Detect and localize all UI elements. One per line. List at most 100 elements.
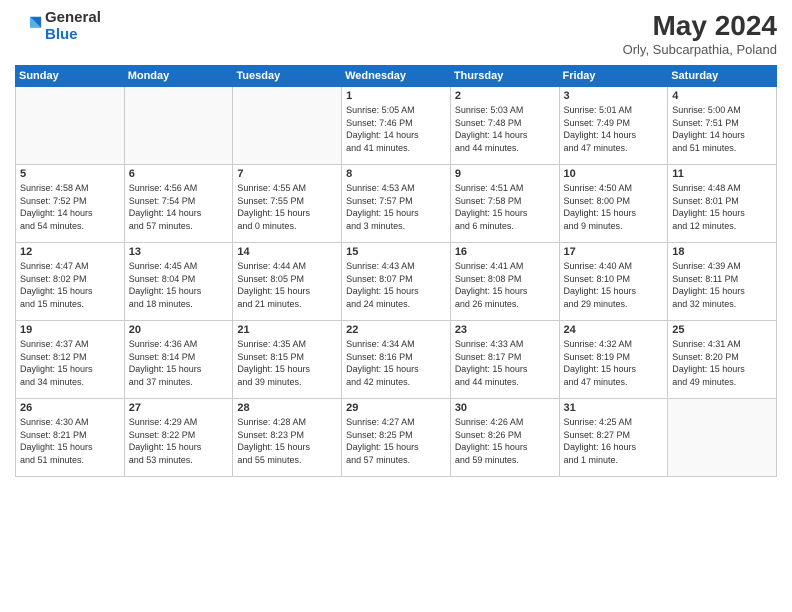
calendar-week-row: 5 Sunrise: 4:58 AM Sunset: 7:52 PM Daylig… bbox=[16, 165, 777, 243]
day-info: Sunrise: 4:36 AM Sunset: 8:14 PM Dayligh… bbox=[129, 338, 229, 388]
day-info: Sunrise: 4:45 AM Sunset: 8:04 PM Dayligh… bbox=[129, 260, 229, 310]
calendar-cell: 24 Sunrise: 4:32 AM Sunset: 8:19 PM Dayli… bbox=[559, 321, 668, 399]
calendar-cell: 19 Sunrise: 4:37 AM Sunset: 8:12 PM Dayli… bbox=[16, 321, 125, 399]
calendar-cell: 31 Sunrise: 4:25 AM Sunset: 8:27 PM Dayli… bbox=[559, 399, 668, 477]
day-number: 10 bbox=[564, 168, 664, 180]
month-year: May 2024 bbox=[623, 10, 777, 42]
day-info: Sunrise: 5:03 AM Sunset: 7:48 PM Dayligh… bbox=[455, 104, 555, 154]
day-info: Sunrise: 4:30 AM Sunset: 8:21 PM Dayligh… bbox=[20, 416, 120, 466]
day-info: Sunrise: 4:26 AM Sunset: 8:26 PM Dayligh… bbox=[455, 416, 555, 466]
day-number: 8 bbox=[346, 168, 446, 180]
day-info: Sunrise: 5:01 AM Sunset: 7:49 PM Dayligh… bbox=[564, 104, 664, 154]
logo-general: General bbox=[45, 10, 101, 27]
day-info: Sunrise: 4:32 AM Sunset: 8:19 PM Dayligh… bbox=[564, 338, 664, 388]
day-info: Sunrise: 4:35 AM Sunset: 8:15 PM Dayligh… bbox=[237, 338, 337, 388]
calendar-cell: 26 Sunrise: 4:30 AM Sunset: 8:21 PM Dayli… bbox=[16, 399, 125, 477]
day-number: 26 bbox=[20, 402, 120, 414]
day-number: 9 bbox=[455, 168, 555, 180]
calendar-cell: 29Sunrise: 4:27 AM Sunset: 8:25 PM Dayli… bbox=[342, 399, 451, 477]
calendar-cell: 15Sunrise: 4:43 AM Sunset: 8:07 PM Dayli… bbox=[342, 243, 451, 321]
calendar-cell: 11 Sunrise: 4:48 AM Sunset: 8:01 PM Dayli… bbox=[668, 165, 777, 243]
day-number: 14 bbox=[237, 246, 337, 258]
logo-blue: Blue bbox=[45, 27, 101, 44]
calendar-cell: 21Sunrise: 4:35 AM Sunset: 8:15 PM Dayli… bbox=[233, 321, 342, 399]
calendar-cell: 5 Sunrise: 4:58 AM Sunset: 7:52 PM Daylig… bbox=[16, 165, 125, 243]
location: Orly, Subcarpathia, Poland bbox=[623, 42, 777, 57]
day-number: 27 bbox=[129, 402, 229, 414]
day-number: 16 bbox=[455, 246, 555, 258]
day-info: Sunrise: 4:44 AM Sunset: 8:05 PM Dayligh… bbox=[237, 260, 337, 310]
calendar-cell: 12Sunrise: 4:47 AM Sunset: 8:02 PM Dayli… bbox=[16, 243, 125, 321]
day-number: 22 bbox=[346, 324, 446, 336]
calendar-cell: 8 Sunrise: 4:53 AM Sunset: 7:57 PM Daylig… bbox=[342, 165, 451, 243]
weekday-header: Monday bbox=[124, 66, 233, 87]
day-number: 4 bbox=[672, 90, 772, 102]
day-number: 15 bbox=[346, 246, 446, 258]
logo: General Blue bbox=[15, 10, 101, 43]
calendar: SundayMondayTuesdayWednesdayThursdayFrid… bbox=[15, 65, 777, 477]
weekday-header: Saturday bbox=[668, 66, 777, 87]
weekday-header: Sunday bbox=[16, 66, 125, 87]
day-info: Sunrise: 4:34 AM Sunset: 8:16 PM Dayligh… bbox=[346, 338, 446, 388]
calendar-cell: 14 Sunrise: 4:44 AM Sunset: 8:05 PM Dayli… bbox=[233, 243, 342, 321]
calendar-cell: 17Sunrise: 4:40 AM Sunset: 8:10 PM Dayli… bbox=[559, 243, 668, 321]
title-block: May 2024 Orly, Subcarpathia, Poland bbox=[623, 10, 777, 57]
calendar-week-row: 1 Sunrise: 5:05 AM Sunset: 7:46 PM Daylig… bbox=[16, 87, 777, 165]
calendar-week-row: 26 Sunrise: 4:30 AM Sunset: 8:21 PM Dayli… bbox=[16, 399, 777, 477]
calendar-cell: 2 Sunrise: 5:03 AM Sunset: 7:48 PM Daylig… bbox=[450, 87, 559, 165]
day-number: 24 bbox=[564, 324, 664, 336]
day-number: 13 bbox=[129, 246, 229, 258]
day-number: 6 bbox=[129, 168, 229, 180]
calendar-cell: 4Sunrise: 5:00 AM Sunset: 7:51 PM Daylig… bbox=[668, 87, 777, 165]
day-info: Sunrise: 4:53 AM Sunset: 7:57 PM Dayligh… bbox=[346, 182, 446, 232]
day-number: 1 bbox=[346, 90, 446, 102]
day-info: Sunrise: 4:48 AM Sunset: 8:01 PM Dayligh… bbox=[672, 182, 772, 232]
day-info: Sunrise: 4:33 AM Sunset: 8:17 PM Dayligh… bbox=[455, 338, 555, 388]
day-number: 2 bbox=[455, 90, 555, 102]
day-info: Sunrise: 4:31 AM Sunset: 8:20 PM Dayligh… bbox=[672, 338, 772, 388]
day-number: 5 bbox=[20, 168, 120, 180]
day-number: 18 bbox=[672, 246, 772, 258]
calendar-header-row: SundayMondayTuesdayWednesdayThursdayFrid… bbox=[16, 66, 777, 87]
weekday-header: Tuesday bbox=[233, 66, 342, 87]
calendar-cell bbox=[668, 399, 777, 477]
day-number: 30 bbox=[455, 402, 555, 414]
page: General Blue May 2024 Orly, Subcarpathia… bbox=[0, 0, 792, 612]
calendar-cell: 28 Sunrise: 4:28 AM Sunset: 8:23 PM Dayli… bbox=[233, 399, 342, 477]
day-info: Sunrise: 4:29 AM Sunset: 8:22 PM Dayligh… bbox=[129, 416, 229, 466]
weekday-header: Friday bbox=[559, 66, 668, 87]
day-info: Sunrise: 4:51 AM Sunset: 7:58 PM Dayligh… bbox=[455, 182, 555, 232]
calendar-cell: 22 Sunrise: 4:34 AM Sunset: 8:16 PM Dayli… bbox=[342, 321, 451, 399]
day-info: Sunrise: 4:58 AM Sunset: 7:52 PM Dayligh… bbox=[20, 182, 120, 232]
calendar-week-row: 12Sunrise: 4:47 AM Sunset: 8:02 PM Dayli… bbox=[16, 243, 777, 321]
weekday-header: Thursday bbox=[450, 66, 559, 87]
day-info: Sunrise: 4:28 AM Sunset: 8:23 PM Dayligh… bbox=[237, 416, 337, 466]
day-info: Sunrise: 4:25 AM Sunset: 8:27 PM Dayligh… bbox=[564, 416, 664, 466]
calendar-cell bbox=[124, 87, 233, 165]
weekday-header: Wednesday bbox=[342, 66, 451, 87]
day-info: Sunrise: 4:56 AM Sunset: 7:54 PM Dayligh… bbox=[129, 182, 229, 232]
day-number: 20 bbox=[129, 324, 229, 336]
day-number: 17 bbox=[564, 246, 664, 258]
day-info: Sunrise: 4:37 AM Sunset: 8:12 PM Dayligh… bbox=[20, 338, 120, 388]
day-number: 23 bbox=[455, 324, 555, 336]
calendar-cell: 18Sunrise: 4:39 AM Sunset: 8:11 PM Dayli… bbox=[668, 243, 777, 321]
calendar-cell: 1 Sunrise: 5:05 AM Sunset: 7:46 PM Daylig… bbox=[342, 87, 451, 165]
calendar-cell: 25 Sunrise: 4:31 AM Sunset: 8:20 PM Dayli… bbox=[668, 321, 777, 399]
day-number: 29 bbox=[346, 402, 446, 414]
day-number: 3 bbox=[564, 90, 664, 102]
day-info: Sunrise: 4:55 AM Sunset: 7:55 PM Dayligh… bbox=[237, 182, 337, 232]
day-number: 31 bbox=[564, 402, 664, 414]
calendar-cell: 16Sunrise: 4:41 AM Sunset: 8:08 PM Dayli… bbox=[450, 243, 559, 321]
day-info: Sunrise: 4:50 AM Sunset: 8:00 PM Dayligh… bbox=[564, 182, 664, 232]
day-number: 19 bbox=[20, 324, 120, 336]
day-number: 7 bbox=[237, 168, 337, 180]
calendar-cell: 30 Sunrise: 4:26 AM Sunset: 8:26 PM Dayli… bbox=[450, 399, 559, 477]
day-number: 11 bbox=[672, 168, 772, 180]
calendar-cell: 6 Sunrise: 4:56 AM Sunset: 7:54 PM Daylig… bbox=[124, 165, 233, 243]
day-info: Sunrise: 5:05 AM Sunset: 7:46 PM Dayligh… bbox=[346, 104, 446, 154]
calendar-cell bbox=[233, 87, 342, 165]
calendar-cell bbox=[16, 87, 125, 165]
day-number: 28 bbox=[237, 402, 337, 414]
day-number: 25 bbox=[672, 324, 772, 336]
